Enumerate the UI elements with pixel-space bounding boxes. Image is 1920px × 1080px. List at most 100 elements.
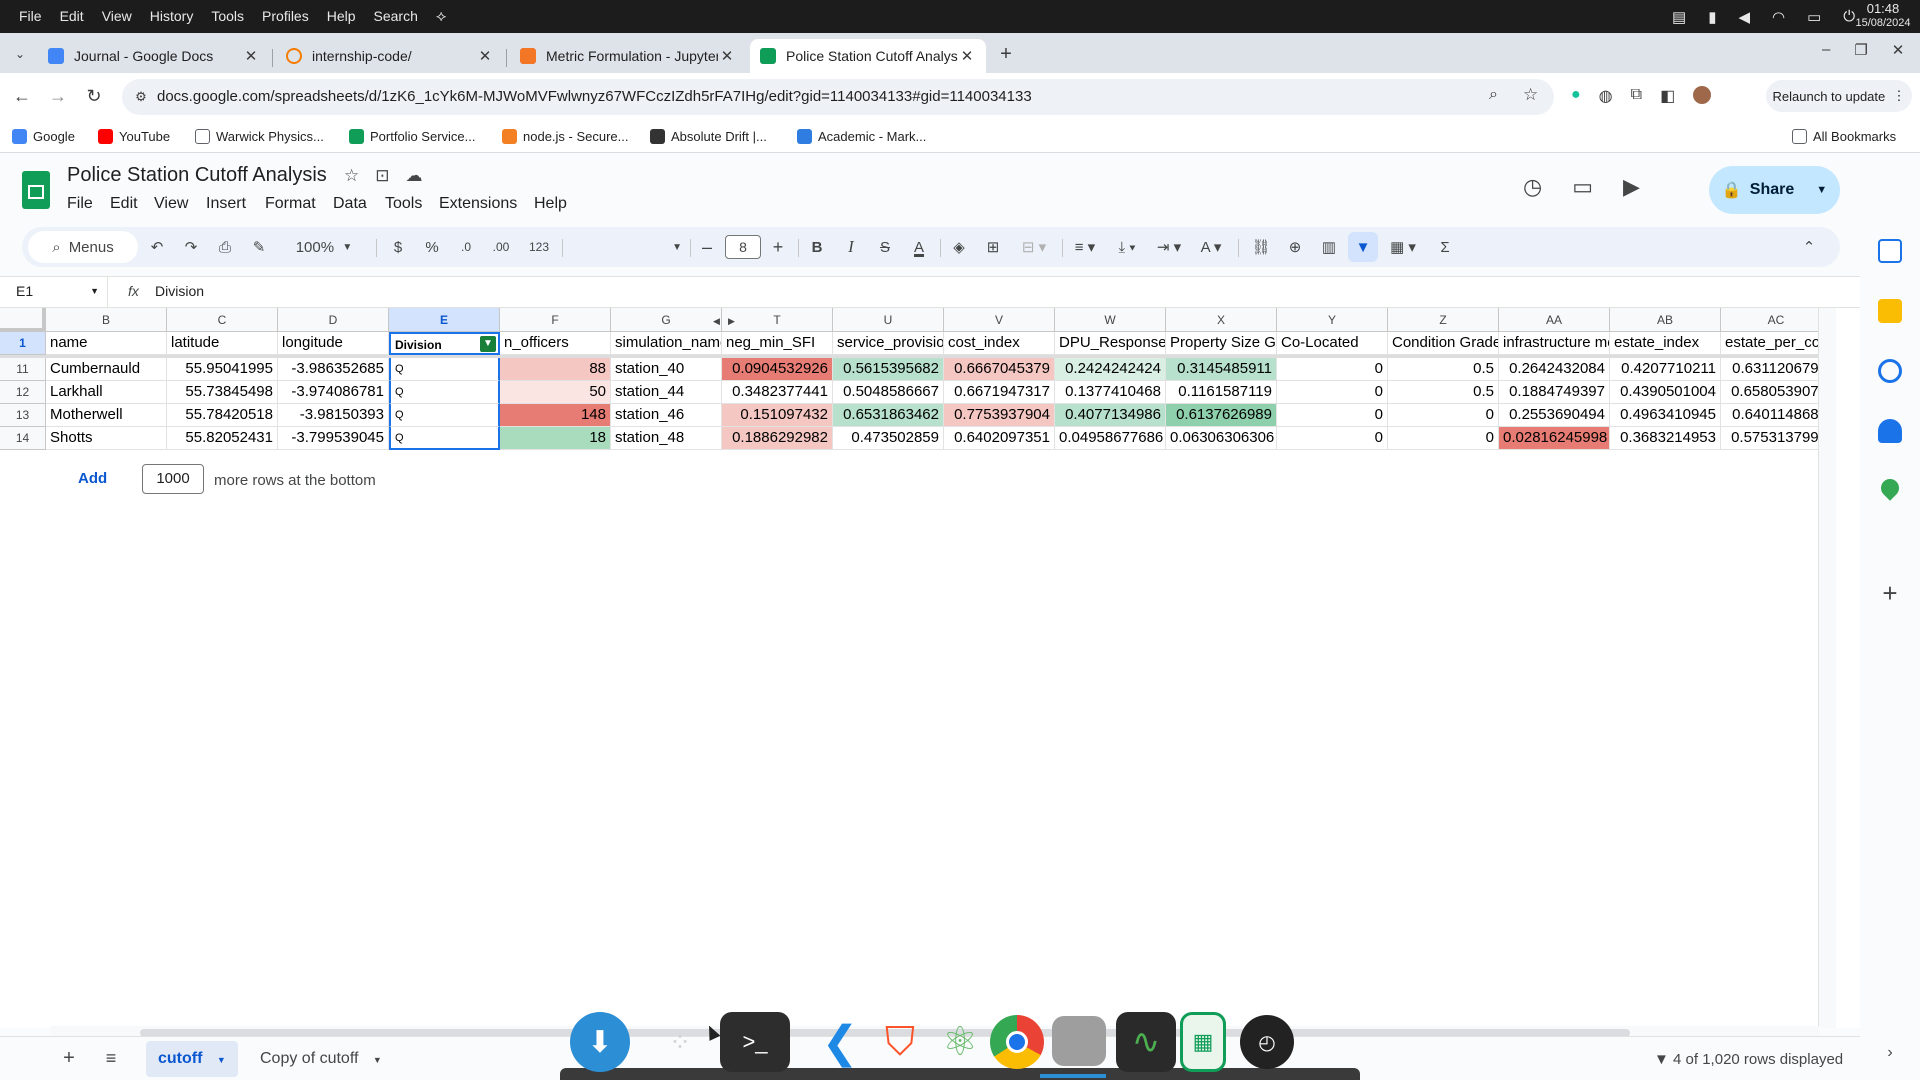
cell-u14[interactable]: 0.473502859 — [833, 427, 944, 450]
cell-d11[interactable]: -3.986352685 — [278, 358, 389, 381]
atom-icon[interactable]: ⚛ — [930, 1012, 990, 1072]
os-menu-file[interactable]: File — [10, 0, 51, 33]
meet-icon[interactable]: ▶ — [1623, 174, 1640, 200]
cell-v13[interactable]: 0.7753937904 — [944, 404, 1055, 427]
brave-icon[interactable]: ⛉ — [870, 1012, 930, 1072]
forward-icon[interactable]: → — [46, 84, 70, 108]
cell-w13[interactable]: 0.4077134986 — [1055, 404, 1166, 427]
new-tab-icon[interactable]: + — [993, 41, 1019, 67]
row-header-1[interactable]: 1 — [0, 332, 46, 355]
cell-w12[interactable]: 0.1377410468 — [1055, 381, 1166, 404]
header-cell-d[interactable]: longitude — [278, 332, 389, 355]
cell-c13[interactable]: 55.78420518 — [167, 404, 278, 427]
row-header-11[interactable]: 11 — [0, 358, 46, 381]
clock-app-icon[interactable]: ◴ — [1240, 1015, 1294, 1069]
column-header-e[interactable]: E — [389, 308, 500, 332]
system-monitor-icon[interactable]: ∿ — [1116, 1012, 1176, 1072]
cell-z13[interactable]: 0 — [1388, 404, 1499, 427]
header-cell-w[interactable]: DPU_Response — [1055, 332, 1166, 355]
insert-comment-icon[interactable]: ⊕ — [1282, 227, 1308, 267]
vertical-scrollbar[interactable] — [1818, 308, 1836, 1028]
cell-x12[interactable]: 0.1161587119 — [1166, 381, 1277, 404]
spreadsheet-app-icon[interactable]: ▦ — [1180, 1012, 1226, 1072]
cell-y13[interactable]: 0 — [1277, 404, 1388, 427]
menu-file[interactable]: File — [67, 195, 93, 213]
vscode-icon[interactable]: ❮ — [810, 1012, 870, 1072]
menu-extensions[interactable]: Extensions — [439, 195, 517, 213]
menu-edit[interactable]: Edit — [110, 195, 138, 213]
header-cell-g[interactable]: simulation_name — [611, 332, 722, 355]
profile-avatar[interactable] — [1693, 86, 1712, 104]
sheets-logo-icon[interactable] — [22, 171, 50, 209]
column-header-d[interactable]: D — [278, 308, 389, 332]
cell-aa13[interactable]: 0.2553690494 — [1499, 404, 1610, 427]
os-menu-edit[interactable]: Edit — [51, 0, 93, 33]
tab-police-station[interactable]: Police Station Cutoff Analysis ✕ — [750, 39, 986, 73]
cell-c14[interactable]: 55.82052431 — [167, 427, 278, 450]
percent-button[interactable]: % — [420, 227, 444, 267]
menu-data[interactable]: Data — [333, 195, 367, 213]
currency-button[interactable]: $ — [386, 227, 410, 267]
cell-ac12[interactable]: 0.6580539078 — [1721, 381, 1832, 404]
bookmark-google[interactable]: Google — [12, 119, 75, 153]
os-menu-search[interactable]: Search — [365, 0, 427, 33]
font-size-decrease-icon[interactable]: – — [694, 227, 720, 267]
header-cell-ab[interactable]: estate_index — [1610, 332, 1721, 355]
header-cell-v[interactable]: cost_index — [944, 332, 1055, 355]
os-menu-profiles[interactable]: Profiles — [253, 0, 318, 33]
header-cell-e[interactable]: Division ▼ — [389, 332, 500, 355]
cell-f14[interactable]: 18 — [500, 427, 611, 450]
row-header-12[interactable]: 12 — [0, 381, 46, 404]
decrease-decimal-button[interactable]: .0 — [454, 227, 478, 267]
tab-search-icon[interactable]: ⌄ — [8, 43, 32, 65]
share-dropdown-icon[interactable]: ▼ — [1816, 184, 1827, 196]
cell-e12[interactable]: Q — [389, 381, 500, 404]
header-cell-t[interactable]: neg_min_SFI — [722, 332, 833, 355]
star-icon[interactable]: ☆ — [344, 166, 359, 186]
increase-decimal-button[interactable]: .00 — [486, 227, 516, 267]
cell-d12[interactable]: -3.974086781 — [278, 381, 389, 404]
cell-ac14[interactable]: 0.5753137997 — [1721, 427, 1832, 450]
menus-search[interactable]: ⌕ Menus — [28, 231, 138, 263]
side-panel-icon[interactable]: ◧ — [1660, 86, 1675, 106]
formula-input[interactable]: Division — [155, 283, 204, 299]
extension-puzzle-icon[interactable]: ⟡ — [427, 0, 456, 33]
loading-spinner-icon[interactable]: ⁘ — [650, 1012, 710, 1072]
cell-w11[interactable]: 0.2424242424 — [1055, 358, 1166, 381]
cell-f12[interactable]: 50 — [500, 381, 611, 404]
cell-t12[interactable]: 0.3482377441 — [722, 381, 833, 404]
undo-icon[interactable]: ↶ — [144, 227, 170, 267]
header-cell-f[interactable]: n_officers — [500, 332, 611, 355]
cell-x11[interactable]: 0.3145485911 — [1166, 358, 1277, 381]
volume-muted-icon[interactable]: ◀ — [1738, 8, 1750, 26]
cell-e14[interactable]: Q — [389, 427, 500, 450]
merge-cells-icon[interactable]: ⊟ ▾ — [1014, 227, 1054, 267]
close-icon[interactable]: ✕ — [958, 47, 976, 65]
bookmark-academic[interactable]: Academic - Mark... — [797, 119, 926, 153]
column-filter-icon[interactable]: ▼ — [480, 336, 496, 352]
add-addon-icon[interactable]: + — [1876, 578, 1904, 608]
cell-t13[interactable]: 0.151097432 — [722, 404, 833, 427]
cell-d13[interactable]: -3.98150393 — [278, 404, 389, 427]
cell-z11[interactable]: 0.5 — [1388, 358, 1499, 381]
grammarly-icon[interactable]: ● — [1571, 86, 1581, 106]
close-window-icon[interactable]: ✕ — [1892, 41, 1905, 59]
cell-ab11[interactable]: 0.4207710211 — [1610, 358, 1721, 381]
menu-view[interactable]: View — [154, 195, 188, 213]
add-rows-count-input[interactable]: 1000 — [142, 464, 204, 494]
clock[interactable]: 01:48 15/08/2024 — [1852, 2, 1914, 30]
cell-c11[interactable]: 55.95041995 — [167, 358, 278, 381]
version-history-icon[interactable]: ◷ — [1523, 174, 1542, 200]
cell-u11[interactable]: 0.5615395682 — [833, 358, 944, 381]
text-wrapping-icon[interactable]: ⇥ ▾ — [1150, 227, 1188, 267]
cell-ac13[interactable]: 0.6401148689 — [1721, 404, 1832, 427]
site-info-icon[interactable]: ⚙ — [132, 88, 150, 106]
battery-icon[interactable]: ▭ — [1807, 8, 1821, 26]
cloud-saved-icon[interactable]: ☁ — [406, 166, 423, 186]
column-header-ab[interactable]: AB — [1610, 308, 1721, 332]
collapse-toolbar-icon[interactable]: ⌃ — [1796, 227, 1822, 267]
cell-aa14[interactable]: 0.02816245998 — [1499, 427, 1610, 450]
borders-icon[interactable]: ⊞ — [980, 227, 1006, 267]
text-color-icon[interactable]: A — [906, 227, 932, 267]
redo-icon[interactable]: ↷ — [178, 227, 204, 267]
